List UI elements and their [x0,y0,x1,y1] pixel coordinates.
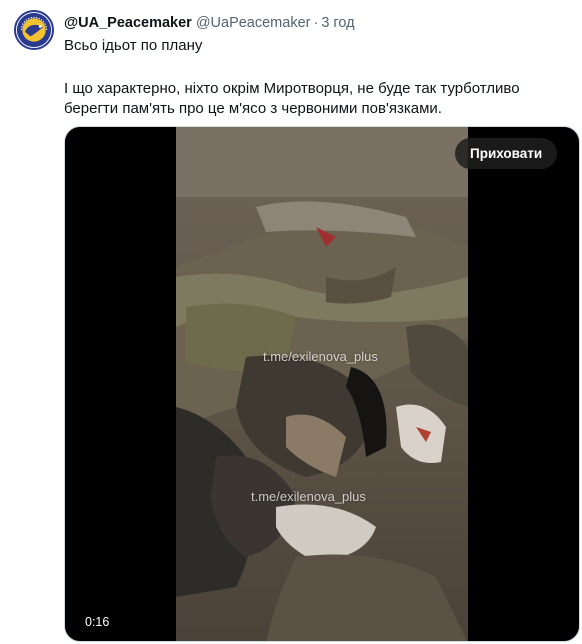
tweet-text-line-2: І що характерно, ніхто окрім Миротворця,… [64,80,520,97]
separator-dot: · [313,15,319,31]
hide-media-button[interactable]: Приховати [455,138,558,169]
user-handle[interactable]: @UaPeacemaker [196,15,311,31]
tweet-header: @UA_Peacemaker @UaPeacemaker · 3 год [64,13,355,33]
tweet-text-line-3: берегти пам'ять про це м'ясо з червоними… [64,100,442,117]
display-name[interactable]: @UA_Peacemaker [64,15,192,31]
peacemaker-logo-icon [16,12,52,48]
video-still-image [176,127,468,641]
watermark-text-bottom: t.me/exilenova_plus [251,489,366,504]
video-timestamp: 0:16 [79,613,116,631]
video-frame [176,127,468,641]
tweet-text-line-1: Всьо ідьот по плану [64,37,203,54]
video-player[interactable]: t.me/exilenova_plus t.me/exilenova_plus … [64,126,580,642]
avatar[interactable] [14,10,54,50]
watermark-text: t.me/exilenova_plus [263,349,378,364]
tweet-card: @UA_Peacemaker @UaPeacemaker · 3 год Всь… [0,0,582,644]
tweet-time[interactable]: 3 год [321,15,354,31]
